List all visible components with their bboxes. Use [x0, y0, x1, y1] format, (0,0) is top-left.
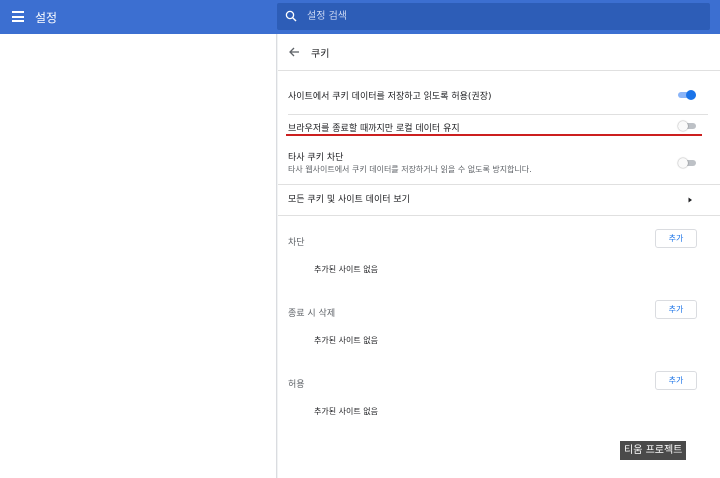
- top-app-bar: 설정: [0, 0, 720, 34]
- empty-allow-list: 추가된 사이트 없음: [314, 407, 378, 416]
- page-title: 쿠키: [311, 49, 330, 60]
- row-divider: [278, 215, 720, 216]
- arrow-back-icon[interactable]: [288, 46, 300, 58]
- app-title: 설정: [35, 11, 58, 25]
- setting-row-allow-cookies: 사이트에서 쿠키 데이터를 저장하고 읽도록 허용(권장): [278, 82, 720, 110]
- empty-clear-on-exit-list: 추가된 사이트 없음: [314, 336, 378, 345]
- setting-label: 사이트에서 쿠키 데이터를 저장하고 읽도록 허용(권장): [288, 92, 492, 102]
- view-all-cookies-label: 모든 쿠키 및 사이트 데이터 보기: [288, 195, 410, 205]
- empty-block-list: 추가된 사이트 없음: [314, 265, 378, 274]
- add-allow-site-button[interactable]: 추가: [655, 371, 697, 390]
- setting-row-block-third-party: 타사 쿠키 차단 타사 웹사이트에서 쿠키 데이터를 저장하거나 읽을 수 없도…: [278, 144, 720, 182]
- watermark-label: 티움 프로젝트: [620, 441, 687, 460]
- chevron-right-icon[interactable]: [686, 195, 694, 205]
- setting-label: 타사 쿠키 차단: [288, 153, 344, 163]
- header-divider: [278, 70, 720, 71]
- setting-description: 타사 웹사이트에서 쿠키 데이터를 저장하거나 읽을 수 없도록 방지합니다.: [288, 165, 532, 174]
- add-block-site-button[interactable]: 추가: [655, 229, 697, 248]
- search-icon: [285, 10, 297, 22]
- side-navigation-area: [0, 34, 277, 478]
- section-title-allow: 허용: [288, 380, 305, 390]
- highlight-underline: [286, 134, 702, 136]
- setting-label: 브라우저를 종료할 때까지만 로컬 데이터 유지: [288, 124, 460, 134]
- block-third-party-toggle[interactable]: [678, 158, 696, 168]
- view-all-cookies-row[interactable]: 모든 쿠키 및 사이트 데이터 보기: [278, 185, 720, 213]
- search-input[interactable]: [307, 8, 702, 25]
- hamburger-menu-icon[interactable]: [12, 11, 24, 22]
- search-box[interactable]: [277, 3, 710, 30]
- subpage-header: 쿠키: [278, 34, 720, 70]
- cookie-settings-card: 쿠키 사이트에서 쿠키 데이터를 저장하고 읽도록 허용(권장) 브라우저를 종…: [278, 34, 720, 478]
- keep-local-data-toggle[interactable]: [678, 121, 696, 131]
- section-title-clear-on-exit: 종료 시 삭제: [288, 309, 336, 319]
- section-title-block: 차단: [288, 238, 305, 248]
- allow-cookies-toggle[interactable]: [678, 90, 696, 100]
- add-clear-on-exit-site-button[interactable]: 추가: [655, 300, 697, 319]
